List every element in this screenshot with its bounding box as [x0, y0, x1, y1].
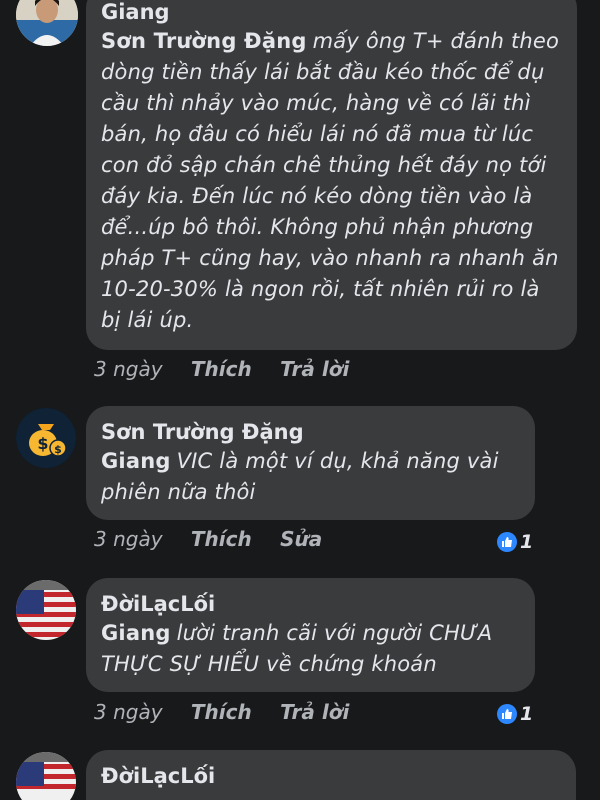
us-flag-icon: [16, 752, 76, 800]
comment-4: ĐờiLạcLối: [0, 0, 600, 800]
comment-author[interactable]: ĐờiLạcLối: [101, 762, 562, 790]
comment-bubble: ĐờiLạcLối: [86, 750, 576, 800]
comment-thread: Giang Sơn Trường Đặng mấy ông T+ đánh the…: [0, 0, 600, 800]
avatar[interactable]: [16, 752, 76, 800]
